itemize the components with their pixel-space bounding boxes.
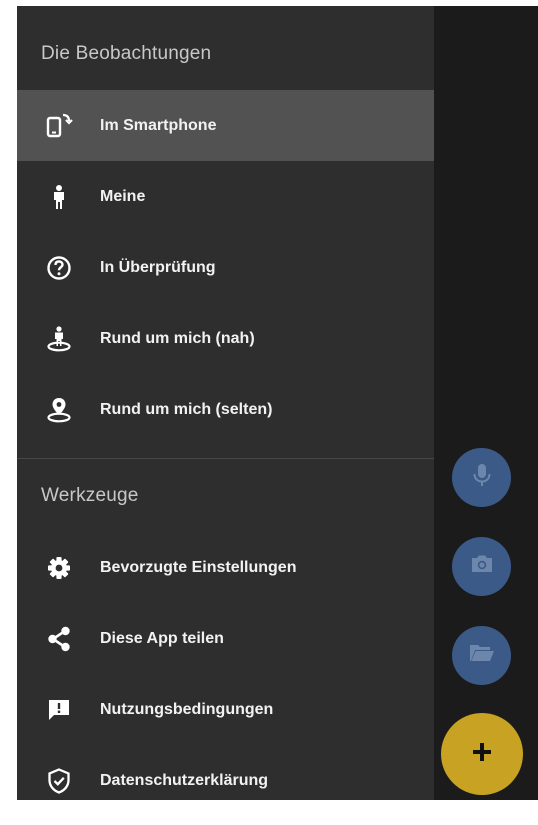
drawer-item-terms[interactable]: Nutzungsbedingungen	[17, 674, 434, 745]
section-header-observations: Die Beobachtungen	[41, 43, 212, 64]
shield-check-icon	[45, 767, 73, 795]
drawer-item-share-app[interactable]: Diese App teilen	[17, 603, 434, 674]
drawer-item-label: Rund um mich (nah)	[100, 329, 255, 347]
drawer-item-rund-um-mich-nah[interactable]: Rund um mich (nah)	[17, 303, 434, 374]
camera-button[interactable]	[452, 537, 511, 596]
drawer-item-preferences[interactable]: Bevorzugte Einstellungen	[17, 532, 434, 603]
drawer-item-privacy[interactable]: Datenschutzerklärung	[17, 745, 434, 800]
navigation-drawer: Die Beobachtungen Im Smartphone Meine In…	[17, 6, 434, 800]
camera-icon	[469, 551, 495, 582]
drawer-item-label: Rund um mich (selten)	[100, 400, 273, 418]
drawer-item-in-ueberpruefung[interactable]: In Überprüfung	[17, 232, 434, 303]
gear-icon	[45, 554, 73, 582]
help-circle-icon	[45, 254, 73, 282]
drawer-item-label: Im Smartphone	[100, 116, 217, 134]
drawer-divider	[17, 458, 434, 459]
section-header-tools: Werkzeuge	[41, 485, 139, 506]
drawer-item-label: In Überprüfung	[100, 258, 216, 276]
drawer-item-label: Datenschutzerklärung	[100, 771, 269, 789]
share-icon	[45, 625, 73, 653]
microphone-icon	[469, 462, 495, 493]
plus-icon	[471, 741, 493, 768]
voice-record-button[interactable]	[452, 448, 511, 507]
folder-open-icon	[468, 640, 496, 671]
drawer-item-rund-um-mich-selten[interactable]: Rund um mich (selten)	[17, 374, 434, 445]
drawer-item-label: Meine	[100, 187, 146, 205]
gallery-button[interactable]	[452, 626, 511, 685]
drawer-item-label: Bevorzugte Einstellungen	[100, 558, 297, 576]
person-nearby-icon	[45, 325, 73, 353]
drawer-item-label: Diese App teilen	[100, 629, 224, 647]
app-screen: Die Beobachtungen Im Smartphone Meine In…	[17, 6, 538, 800]
feedback-icon	[45, 696, 73, 724]
location-pin-icon	[45, 396, 73, 424]
add-observation-button[interactable]	[441, 713, 523, 795]
drawer-item-meine[interactable]: Meine	[17, 161, 434, 232]
phone-transfer-icon	[45, 112, 73, 140]
drawer-item-im-smartphone[interactable]: Im Smartphone	[17, 90, 434, 161]
drawer-item-label: Nutzungsbedingungen	[100, 700, 274, 718]
person-icon	[45, 183, 73, 211]
